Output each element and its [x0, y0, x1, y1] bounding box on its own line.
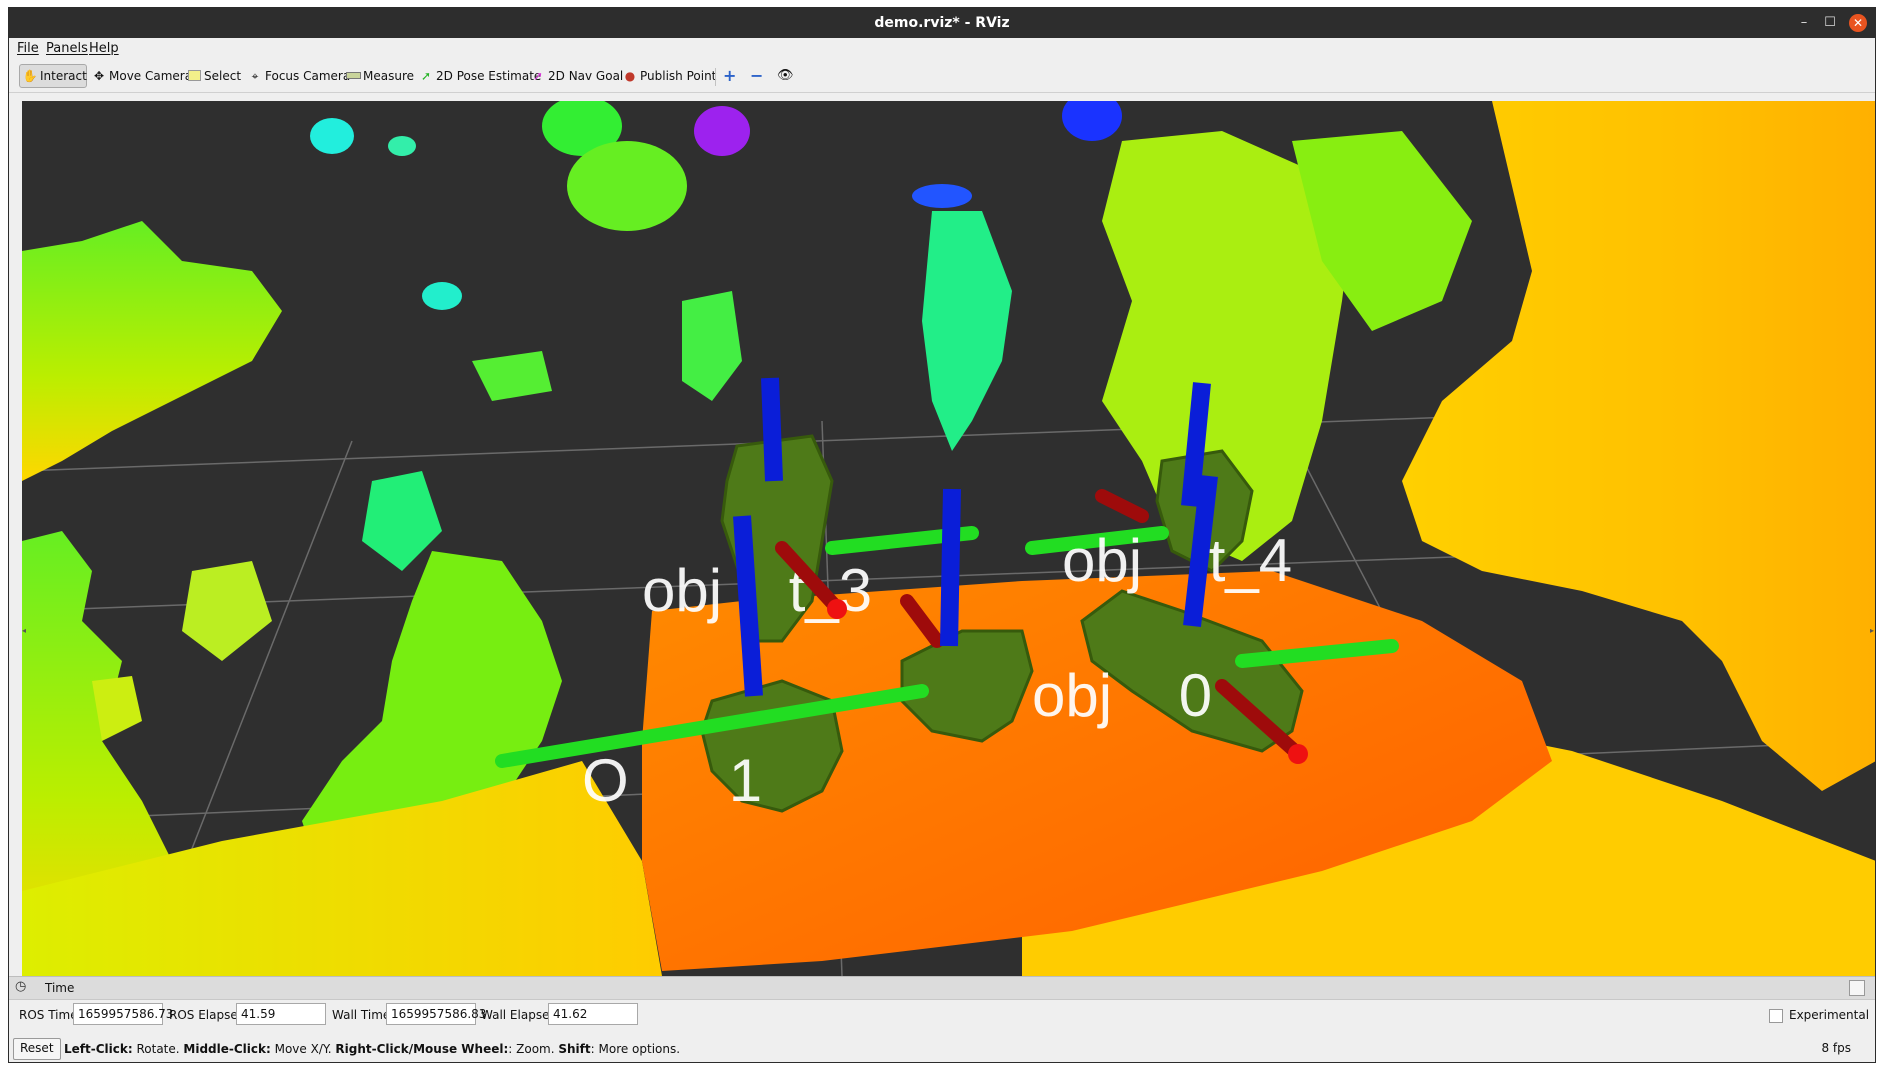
hint-right-click-key: Right-Click/Mouse Wheel:: [335, 1042, 509, 1056]
eye-icon[interactable]: 👁: [777, 64, 794, 88]
tool-nav-goal-label: 2D Nav Goal: [548, 69, 624, 83]
time-panel-title: Time: [45, 981, 75, 995]
mouse-hint: Left-Click: Rotate. Middle-Click: Move X…: [64, 1042, 680, 1056]
tool-pose-label: 2D Pose Estimate: [436, 69, 542, 83]
hint-middle-click-key: Middle-Click:: [183, 1042, 271, 1056]
label-object-4: obj t_4: [1062, 527, 1292, 594]
fps-readout: 8 fps: [1821, 1041, 1851, 1055]
experimental-label: Experimental: [1789, 1008, 1870, 1022]
point-cloud-left: [22, 221, 282, 481]
tool-bar: ✋ Interact ✥ Move Camera Select ⌖ Focus Cam…: [9, 60, 1875, 93]
menu-help[interactable]: Help: [89, 41, 119, 56]
status-bar: Reset Left-Click: Rotate. Middle-Click: …: [9, 1032, 1875, 1062]
tool-measure[interactable]: Measure: [345, 64, 414, 88]
experimental-checkbox[interactable]: [1769, 1009, 1783, 1023]
menu-bar: File Panels Help: [9, 38, 1875, 60]
title-bar: demo.rviz* - RViz – ☐ ✕: [9, 8, 1875, 38]
time-panel-header: ◷ Time: [9, 976, 1875, 1000]
hint-shift-text: : More options.: [590, 1042, 681, 1056]
point-cloud-teal: [922, 211, 1012, 451]
nav-goal-icon: ➚: [532, 69, 544, 83]
panel-close-button[interactable]: [1849, 980, 1865, 996]
hint-shift-key: Shift: [558, 1042, 591, 1056]
hint-left-click-text: Rotate.: [132, 1042, 184, 1056]
hand-icon: ✋: [22, 69, 38, 83]
tool-move-camera-label: Move Camera: [109, 69, 193, 83]
ros-time-field[interactable]: 1659957586.73: [73, 1003, 173, 1025]
window-title: demo.rviz* - RViz: [874, 15, 1010, 31]
publish-point-icon: ●: [624, 69, 636, 83]
close-icon[interactable]: ✕: [1849, 14, 1867, 32]
focus-camera-icon: ⌖: [251, 69, 259, 83]
reset-button[interactable]: Reset: [13, 1038, 61, 1060]
tool-publish-point[interactable]: ● Publish Point: [622, 64, 717, 88]
add-tool-icon[interactable]: +: [723, 64, 736, 88]
ros-elapsed-field[interactable]: 41.59: [236, 1003, 326, 1025]
clock-icon: ◷: [15, 979, 27, 994]
tool-interact-label: Interact: [40, 69, 87, 83]
maximize-icon[interactable]: ☐: [1821, 14, 1839, 32]
left-dock-handle[interactable]: ◂: [22, 626, 28, 636]
x-axis-tip: [827, 599, 847, 619]
measure-icon: [345, 64, 361, 88]
hint-right-click-text: : Zoom.: [508, 1042, 559, 1056]
tool-2d-nav-goal[interactable]: ➚ 2D Nav Goal: [530, 64, 623, 88]
3d-render-view[interactable]: obj t_3 obj t_4 obj 0 O 1 ◂ ▸: [22, 101, 1875, 976]
select-icon: [186, 64, 202, 88]
wall-time-field[interactable]: 1659957586.83: [386, 1003, 486, 1025]
tool-interact[interactable]: ✋ Interact: [19, 64, 87, 88]
hint-left-click-key: Left-Click:: [64, 1042, 133, 1056]
menu-file[interactable]: File: [17, 41, 39, 56]
remove-tool-icon[interactable]: −: [750, 64, 763, 88]
tool-focus-camera-label: Focus Camera: [265, 69, 351, 83]
menu-panels[interactable]: Panels: [46, 41, 88, 56]
render-canvas: obj t_3 obj t_4 obj 0 O 1: [22, 101, 1875, 976]
tool-measure-label: Measure: [363, 69, 414, 83]
pose-estimate-icon: ➚: [420, 69, 432, 83]
tool-move-camera[interactable]: ✥ Move Camera: [91, 64, 192, 88]
hint-middle-click-text: Move X/Y.: [270, 1042, 336, 1056]
tool-2d-pose-estimate[interactable]: ➚ 2D Pose Estimate: [418, 64, 541, 88]
tool-select-label: Select: [204, 69, 242, 83]
rviz-window: demo.rviz* - RViz – ☐ ✕ File Panels Help…: [8, 7, 1876, 1063]
right-dock-handle[interactable]: ▸: [1870, 626, 1875, 636]
x-axis-tip: [1288, 744, 1308, 764]
minimize-icon[interactable]: –: [1795, 14, 1813, 32]
toolbar-separator: [715, 68, 716, 86]
tool-focus-camera[interactable]: ⌖ Focus Camera: [247, 64, 351, 88]
tool-select[interactable]: Select: [186, 64, 241, 88]
move-camera-icon: ✥: [93, 69, 105, 83]
tool-publish-point-label: Publish Point: [640, 69, 717, 83]
label-object-0: obj 0: [1032, 662, 1212, 729]
time-panel: ROS Time: 1659957586.73 ROS Elapsed: 41.…: [9, 1000, 1875, 1030]
label-object-1: O 1: [582, 747, 762, 814]
wall-time-label: Wall Time:: [332, 1008, 395, 1022]
wall-elapsed-field[interactable]: 41.62: [548, 1003, 638, 1025]
